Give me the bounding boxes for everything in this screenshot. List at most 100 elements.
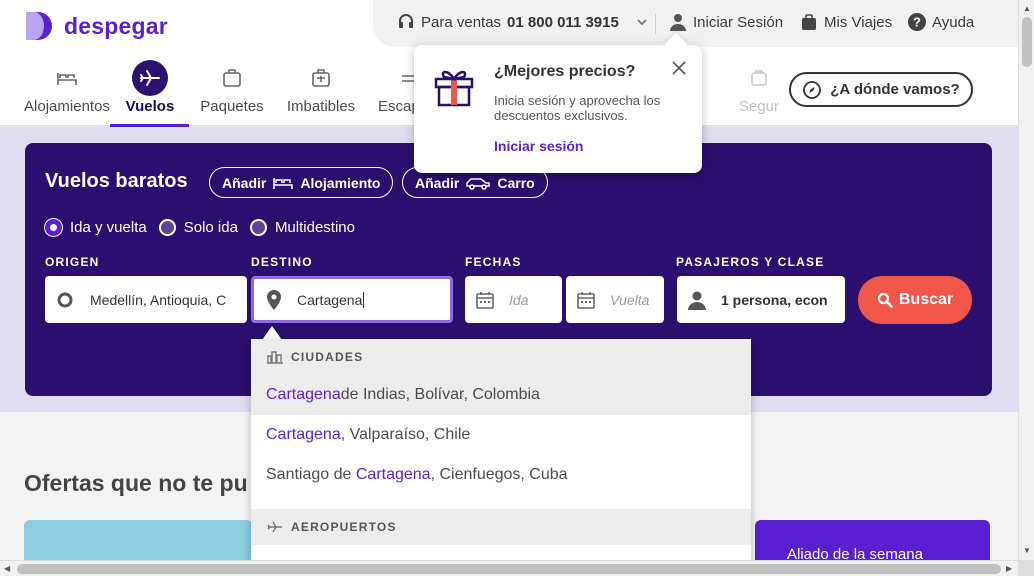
featured-card[interactable]: Aliado de la semana	[755, 520, 990, 564]
nav-item-seguros[interactable]: Segur	[734, 60, 784, 115]
svg-text:?: ?	[913, 15, 921, 30]
text-cursor	[363, 291, 365, 308]
destination-value: Cartagena	[297, 291, 363, 308]
nav-item-escapadas[interactable]: Escap	[378, 60, 420, 115]
radio-icon	[249, 219, 267, 236]
scroll-left-icon[interactable]: ◀	[4, 564, 10, 573]
where-to-go-button[interactable]: ¿A dónde vamos?	[789, 72, 973, 107]
despegar-logo-icon	[26, 12, 52, 40]
chevron-down-icon[interactable]	[635, 15, 649, 29]
offers-title: Ofertas que no te pu	[24, 470, 248, 496]
destination-suggestions: CIUDADES Cartagena de Indias, Bolívar, C…	[251, 339, 751, 564]
bed-icon	[273, 177, 294, 189]
trip-type-group: Ida y vuelta Solo ida Multidestino	[45, 219, 355, 236]
where-to-go-label: ¿A dónde vamos?	[830, 81, 960, 98]
offer-card[interactable]	[24, 520, 252, 564]
destination-field[interactable]: Cartagena	[251, 276, 453, 323]
passengers-value: 1 persona, econ	[721, 291, 828, 308]
popover-login-link[interactable]: Iniciar sesión	[494, 138, 583, 154]
return-date-field[interactable]: Vuelta	[566, 276, 664, 323]
depart-placeholder: Ida	[509, 291, 529, 308]
suitcase-icon	[802, 14, 816, 30]
gift-icon	[434, 70, 474, 107]
suggestion-prefix: Santiago de	[266, 466, 352, 483]
cities-section-header: CIUDADES	[251, 339, 751, 375]
sales-phone[interactable]: Para ventas 01 800 011 3915	[397, 13, 649, 31]
vertical-scrollbar[interactable]: ▲ ▼	[1018, 0, 1034, 560]
sales-phone-number: 01 800 011 3915	[507, 13, 619, 31]
radio-icon	[158, 219, 176, 236]
scrollbar-corner	[1018, 560, 1034, 576]
top-bar: Para ventas 01 800 011 3915 Iniciar Sesi…	[373, 0, 1018, 47]
scrollbar-thumb[interactable]	[17, 564, 1001, 574]
user-icon	[670, 14, 686, 31]
dropdown-caret	[262, 326, 282, 340]
airports-section-header: AEROPUERTOS	[251, 509, 751, 545]
horizontal-scrollbar[interactable]: ◀ ▶	[0, 560, 1018, 576]
hotel-label: Alojamiento	[300, 174, 381, 191]
return-placeholder: Vuelta	[610, 291, 650, 308]
calendar-icon	[476, 291, 494, 309]
city-icon	[267, 351, 283, 364]
luggage-icon	[312, 69, 330, 87]
destination-label: DESTINO	[251, 255, 313, 269]
nav-item-imbatibles[interactable]: Imbatibles	[286, 60, 356, 115]
add-hotel-chip[interactable]: Añadir Alojamiento	[209, 167, 394, 198]
suggestion-item[interactable]: Cartagena, Valparaíso, Chile	[251, 415, 751, 455]
car-label: Carro	[497, 174, 535, 191]
help-link[interactable]: ? Ayuda	[908, 13, 974, 31]
popover-text: Inicia sesión y aprovecha los descuentos…	[494, 93, 661, 123]
radio-label: Solo ida	[183, 219, 238, 236]
divider	[655, 14, 656, 34]
logo[interactable]: despegar	[24, 10, 168, 42]
scroll-up-icon[interactable]: ▲	[1023, 4, 1031, 13]
insurance-icon	[751, 70, 767, 86]
nav-label: Escap	[378, 98, 420, 115]
scrollbar-thumb[interactable]	[1022, 17, 1032, 67]
nav-label: Segur	[738, 98, 780, 115]
my-trips-label: Mis Viajes	[824, 13, 893, 31]
nav-item-paquetes[interactable]: Paquetes	[200, 60, 264, 115]
nav-label: Vuelos	[125, 98, 175, 115]
suggestion-item[interactable]: Cartagena de Indias, Bolívar, Colombia	[251, 375, 751, 415]
suggestion-rest: , Cienfuegos, Cuba	[430, 466, 568, 483]
nav-item-vuelos[interactable]: Vuelos	[124, 60, 176, 115]
passengers-label: PASAJEROS Y CLASE	[676, 255, 825, 269]
suggestion-rest: , Valparaíso, Chile	[340, 426, 471, 443]
my-trips-link[interactable]: Mis Viajes	[800, 13, 892, 31]
close-icon[interactable]	[672, 61, 686, 75]
plane-icon	[267, 521, 282, 533]
dates-label: FECHAS	[465, 255, 522, 269]
radio-one-way[interactable]: Solo ida	[158, 219, 238, 236]
panel-title: Vuelos baratos	[45, 170, 188, 192]
search-icon	[877, 292, 893, 308]
calendar-icon	[577, 291, 595, 309]
suggestion-match: Cartagena	[355, 466, 431, 483]
suggestion-item[interactable]: Santiago de Cartagena, Cienfuegos, Cuba	[251, 455, 751, 495]
help-label: Ayuda	[932, 13, 975, 31]
better-prices-popover: ¿Mejores precios? Inicia sesión y aprove…	[414, 32, 702, 173]
passengers-field[interactable]: 1 persona, econ	[677, 276, 845, 323]
suggestion-match: Cartagena	[266, 426, 341, 443]
login-link[interactable]: Iniciar Sesión	[669, 13, 783, 31]
origin-value: Medellín, Antioquia, C	[90, 291, 227, 308]
origin-label: ORIGEN	[45, 255, 100, 269]
bed-icon	[57, 73, 77, 85]
radio-multi-destination[interactable]: Multidestino	[249, 219, 355, 236]
user-icon	[688, 291, 706, 310]
popover-title: ¿Mejores precios?	[494, 63, 636, 80]
nav-item-alojamientos[interactable]: Alojamientos	[24, 60, 110, 115]
airports-header-label: AEROPUERTOS	[291, 520, 397, 534]
search-button-label: Buscar	[898, 291, 954, 308]
scroll-right-icon[interactable]: ▶	[1006, 564, 1012, 573]
add-label: Añadir	[415, 174, 460, 191]
cities-header-label: CIUDADES	[291, 350, 364, 364]
scroll-down-icon[interactable]: ▼	[1023, 546, 1031, 555]
radio-round-trip[interactable]: Ida y vuelta	[45, 219, 147, 236]
depart-date-field[interactable]: Ida	[465, 276, 562, 323]
brand-name: despegar	[64, 12, 168, 39]
nav-label: Imbatibles	[286, 98, 356, 115]
origin-circle-icon	[57, 292, 73, 307]
origin-field[interactable]: Medellín, Antioquia, C	[45, 276, 247, 323]
search-button[interactable]: Buscar	[858, 276, 972, 324]
